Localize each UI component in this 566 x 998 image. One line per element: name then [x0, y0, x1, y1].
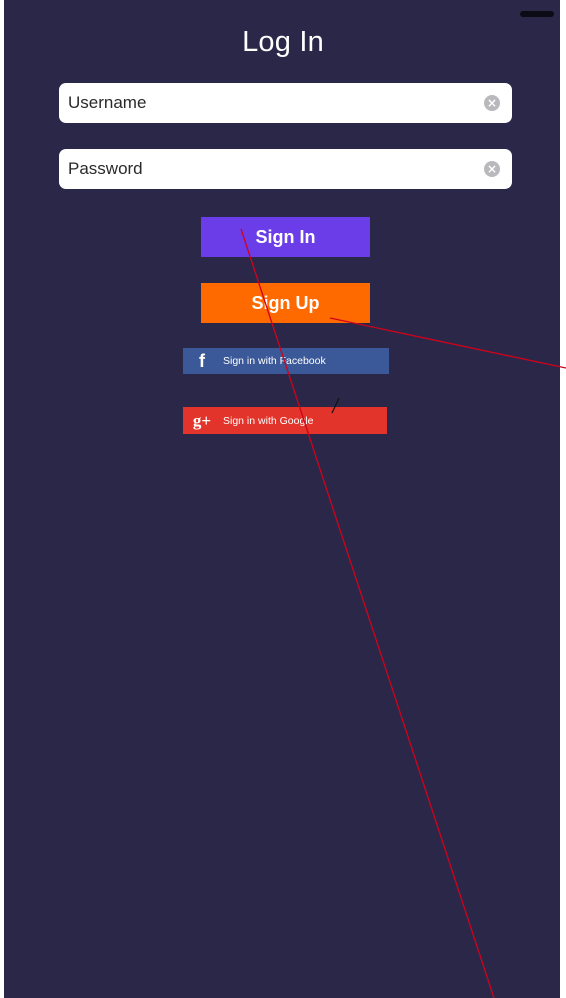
google-plus-icon: g+ [192, 410, 212, 430]
username-input[interactable] [68, 93, 484, 113]
facebook-sign-in-label: Sign in with Facebook [223, 355, 326, 367]
username-field[interactable]: × [59, 83, 512, 123]
sign-in-button[interactable]: Sign In [201, 217, 370, 257]
sign-in-label: Sign In [255, 226, 316, 247]
facebook-icon: f [199, 350, 205, 371]
sign-up-button[interactable]: Sign Up [201, 283, 370, 323]
password-input[interactable] [68, 159, 484, 179]
google-sign-in-label: Sign in with Google [223, 414, 314, 427]
google-sign-in-button[interactable]: g+ Sign in with Google [183, 407, 387, 434]
page-title: Log In [242, 26, 324, 58]
status-bar-indicator [520, 11, 554, 17]
password-field[interactable]: × [59, 149, 512, 189]
clear-password-icon[interactable]: × [484, 161, 500, 177]
facebook-sign-in-button[interactable]: f Sign in with Facebook [183, 348, 389, 374]
clear-username-icon[interactable]: × [484, 95, 500, 111]
sign-up-label: Sign Up [251, 292, 320, 313]
